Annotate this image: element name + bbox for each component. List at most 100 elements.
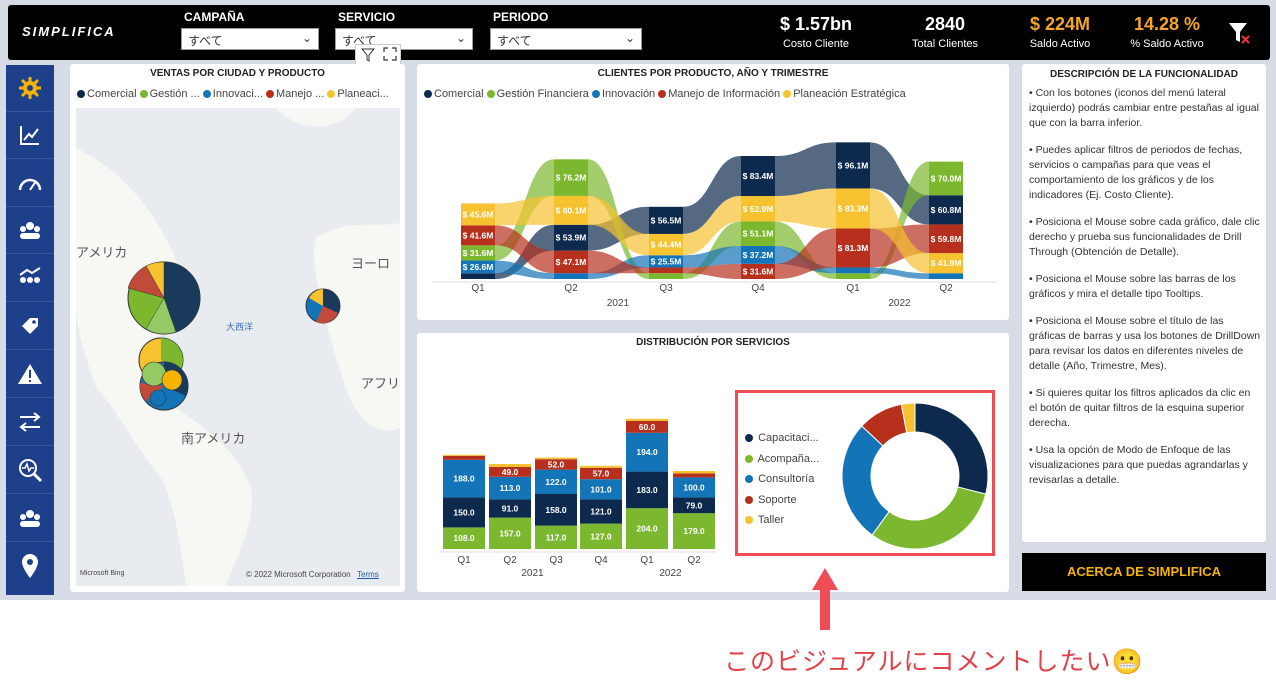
- data-label: 188.0: [453, 474, 475, 484]
- gauge-icon: [18, 178, 42, 191]
- legend-dot: [424, 90, 432, 99]
- users-icon: [20, 510, 40, 527]
- legend-item[interactable]: Acompaña...: [745, 449, 819, 470]
- legend-dot: [745, 434, 753, 443]
- sidebar-item-trend[interactable]: [6, 112, 54, 159]
- chevron-down-icon: ⌄: [455, 31, 466, 45]
- bar-segment: [673, 471, 715, 474]
- x-tick-label: Q2: [939, 283, 953, 294]
- stacked-bar-chart[interactable]: 108.0 150.0 188.0 Q1 157.0 91.0 113.0 49.0 Q2 117…: [417, 353, 727, 592]
- filter-periodo-select[interactable]: すべて ⌄: [490, 28, 642, 50]
- legend-item[interactable]: Consultoría: [745, 469, 819, 490]
- legend-label: Capacitaci...: [758, 432, 819, 444]
- sidebar-item-location[interactable]: [6, 543, 54, 589]
- legend-item[interactable]: Taller: [745, 510, 819, 531]
- data-label: $ 83.3M: [838, 203, 869, 213]
- kpi-label: % Saldo Activo: [1130, 38, 1204, 50]
- data-label: $ 76.2M: [556, 173, 587, 183]
- legend-item[interactable]: Manejo ...: [265, 88, 324, 100]
- legend-label: Consultoría: [758, 473, 815, 485]
- map-legend: Comercial Gestión ... Innovaci... Manejo…: [77, 88, 389, 100]
- legend-dot: [745, 454, 753, 463]
- kpi-label: Saldo Activo: [1029, 38, 1091, 50]
- description-title: DESCRIPCIÓN DE LA FUNCIONALIDAD: [1050, 69, 1238, 80]
- sidebar-item-gauge[interactable]: [6, 160, 54, 207]
- filter-periodo-value: すべて: [497, 34, 532, 48]
- x-tick-label: Q2: [687, 555, 701, 566]
- map-canvas[interactable]: アメリカ 大西洋 南アメリカ ヨーロ アフリ Microsoft Bing © …: [76, 108, 400, 586]
- team-icon: [20, 222, 40, 239]
- sidebar-item-tags[interactable]: [6, 303, 54, 350]
- data-label: 60.0: [639, 422, 656, 432]
- x-tick-label: Q1: [846, 283, 860, 294]
- sidebar-item-users[interactable]: [6, 495, 54, 542]
- sidebar-item-team[interactable]: [6, 207, 54, 254]
- sidebar-item-analysis[interactable]: [6, 447, 54, 494]
- legend-item[interactable]: Soporte: [745, 490, 819, 511]
- sidebar-item-settings[interactable]: [6, 65, 54, 112]
- legend-item[interactable]: Gestión Financiera: [486, 88, 589, 100]
- chevron-down-icon: ⌄: [624, 31, 635, 45]
- bar-segment: [535, 457, 577, 460]
- legend-item[interactable]: Capacitaci...: [745, 428, 819, 449]
- about-simplifica-button[interactable]: ACERCA DE SIMPLIFICA: [1022, 553, 1266, 591]
- focus-mode-icon[interactable]: [382, 46, 398, 62]
- pie-marker-europe[interactable]: [305, 288, 341, 324]
- legend-item[interactable]: Innovación: [591, 88, 656, 100]
- legend-dot: [745, 475, 753, 484]
- data-label: 57.0: [593, 469, 610, 479]
- sidebar: [6, 65, 54, 595]
- distribution-title[interactable]: DISTRIBUCIÓN POR SERVICIOS: [417, 337, 1009, 348]
- kpi-label: Total Clientes: [911, 38, 979, 50]
- filter-campana-label: CAMPAÑA: [184, 10, 245, 24]
- pie-marker-south-america[interactable]: [138, 337, 189, 411]
- legend-item[interactable]: Gestión ...: [139, 88, 200, 100]
- sidebar-item-growth[interactable]: [6, 255, 54, 302]
- ribbon-chart[interactable]: $ 26.6M $ 31.6M $ 41.6M $ 45.6M Q1 $ 47.1M $ 5…: [417, 104, 1009, 316]
- legend-item[interactable]: Comercial: [77, 88, 137, 100]
- data-label: $ 37.2M: [743, 250, 774, 260]
- sidebar-item-transfer[interactable]: [6, 399, 54, 446]
- x-tick-label: Q3: [659, 283, 673, 294]
- search-pulse-icon: [19, 459, 43, 483]
- legend-item[interactable]: Innovaci...: [202, 88, 263, 100]
- data-label: 91.0: [502, 504, 519, 514]
- data-label: $ 44.4M: [651, 240, 682, 250]
- ribbon-band: [495, 195, 554, 226]
- ribbon-segment: [461, 273, 495, 279]
- data-label: $ 31.6M: [743, 266, 774, 276]
- legend-item[interactable]: Planeaci...: [327, 88, 389, 100]
- legend-dot: [591, 90, 600, 99]
- data-label: 157.0: [499, 528, 521, 538]
- donut-slice: [871, 486, 987, 550]
- tag-icon: [22, 318, 38, 334]
- data-label: 183.0: [636, 485, 658, 495]
- legend-label: Manejo de Información: [668, 88, 781, 100]
- clear-filters-button[interactable]: [1227, 20, 1253, 46]
- data-label: 194.0: [636, 447, 658, 457]
- pie-marker-north-america[interactable]: [127, 261, 201, 335]
- donut-chart[interactable]: [835, 398, 995, 554]
- ribbon-title[interactable]: CLIENTES POR PRODUCTO, AÑO Y TRIMESTRE: [417, 68, 1009, 79]
- description-paragraph: • Usa la opción de Modo de Enfoque de la…: [1029, 444, 1248, 486]
- data-label: 121.0: [590, 507, 612, 517]
- sidebar-item-alerts[interactable]: [6, 351, 54, 398]
- data-label: $ 56.5M: [651, 215, 682, 225]
- people-growth-icon: [19, 267, 41, 283]
- legend-item[interactable]: Planeación Estratégica: [783, 88, 906, 100]
- legend-dot: [486, 90, 495, 99]
- legend-label: Acompaña...: [757, 452, 820, 465]
- data-label: 101.0: [590, 484, 612, 494]
- data-label: $ 83.4M: [743, 171, 774, 181]
- legend-item[interactable]: Comercial: [424, 88, 484, 100]
- bar-segment: [580, 465, 622, 468]
- legend-dot: [265, 90, 274, 99]
- legend-label: Innovación: [601, 88, 656, 100]
- legend-dot: [745, 495, 753, 504]
- legend-item[interactable]: Manejo de Información: [658, 88, 780, 100]
- year-label: 2021: [521, 568, 544, 579]
- data-label: $ 47.1M: [556, 257, 587, 267]
- filter-campana-select[interactable]: すべて ⌄: [181, 28, 319, 50]
- map-terms-link[interactable]: Terms: [357, 570, 379, 579]
- kpi-saldo-activo: $ 224M Saldo Activo: [1014, 14, 1106, 50]
